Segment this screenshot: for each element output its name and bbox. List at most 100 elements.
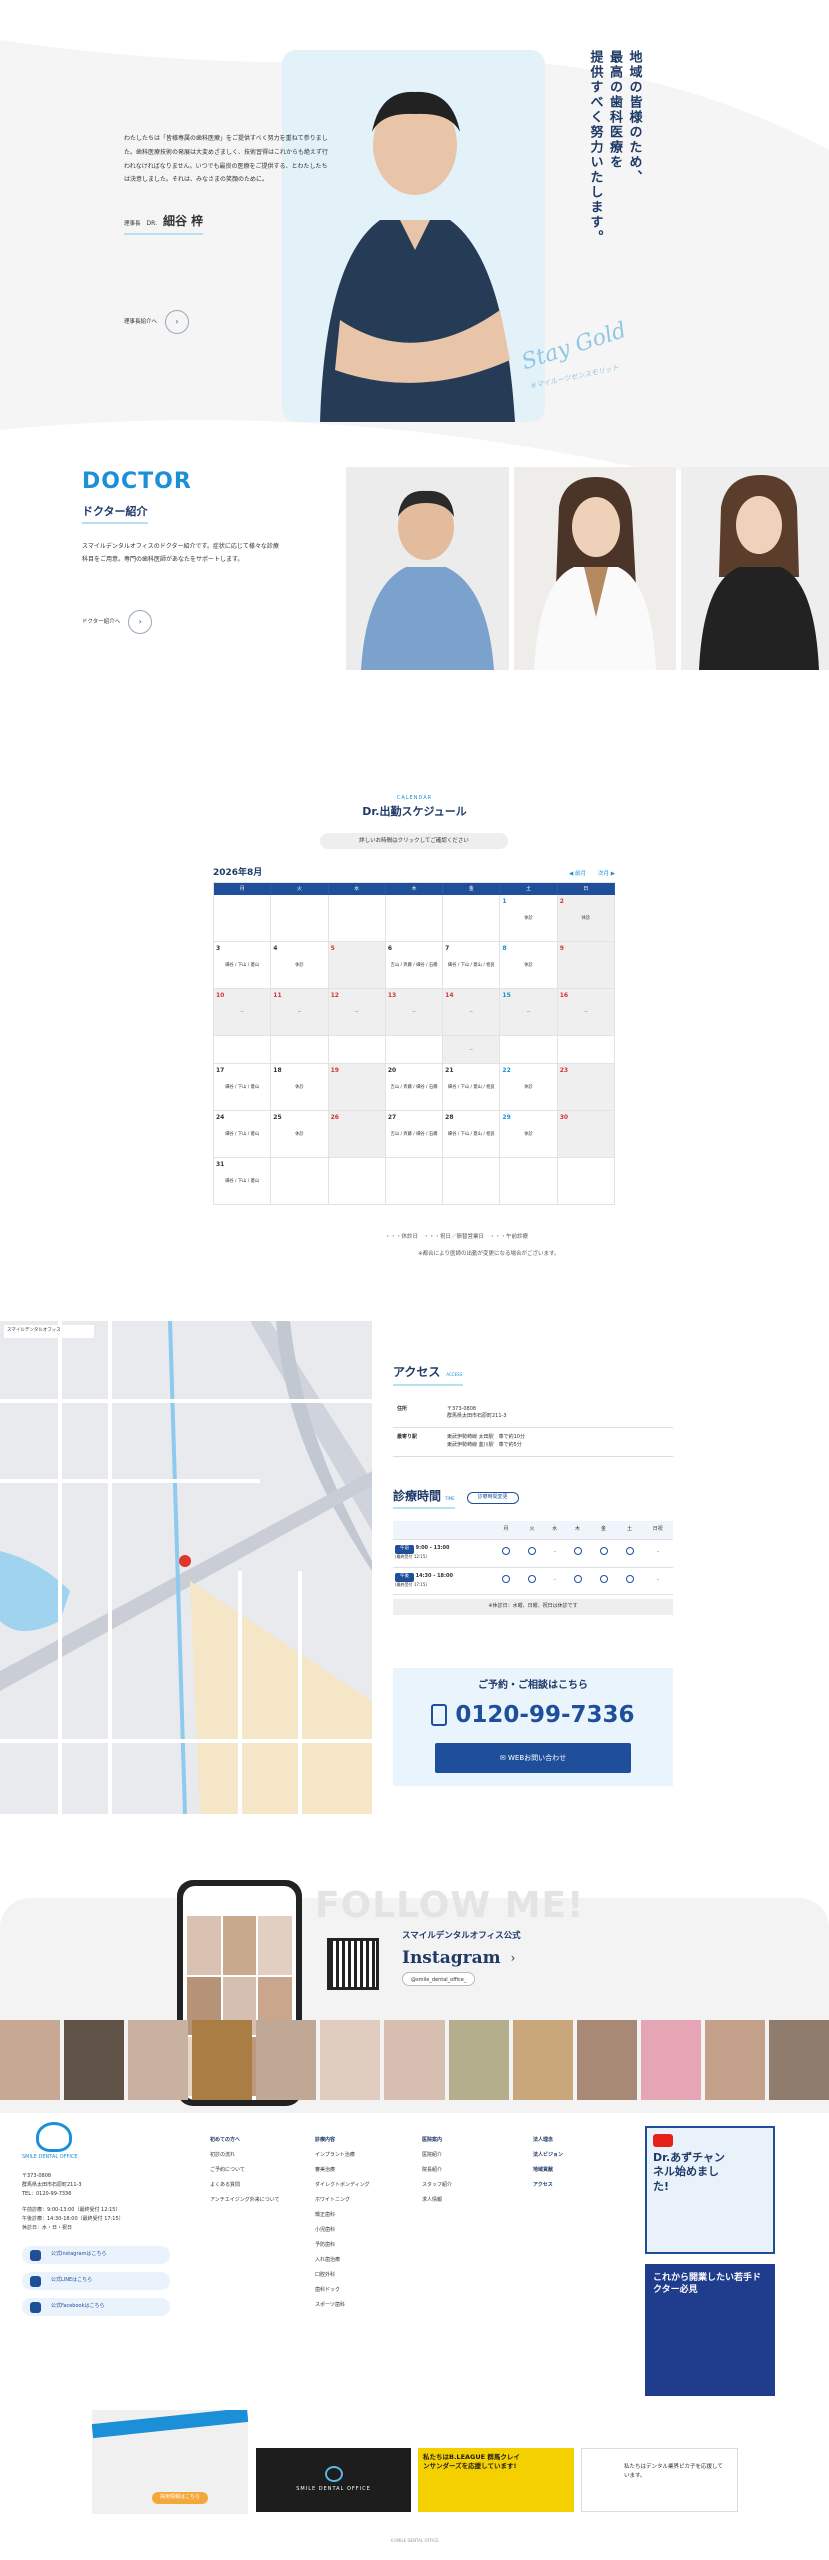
calendar-day[interactable]: 31 細谷 / 下山 / 菱山: [214, 1158, 272, 1205]
am-sub: (最終受付 12:15): [395, 1553, 427, 1559]
calendar-day[interactable]: 16 --: [557, 989, 615, 1036]
doctor-card-3[interactable]: [681, 467, 829, 670]
footer-link[interactable]: 医院紹介: [422, 2148, 452, 2163]
calendar-day-number: 19: [330, 1067, 339, 1074]
footer-link[interactable]: 矯正歯科: [315, 2208, 370, 2223]
footer-link[interactable]: 小児歯科: [315, 2223, 370, 2238]
calendar-day-number: 2: [559, 898, 564, 905]
footer-link[interactable]: 口腔外科: [315, 2268, 370, 2283]
calendar-day[interactable]: 8 休診: [500, 942, 558, 989]
footer-link[interactable]: 法人ビジョン: [533, 2148, 563, 2163]
calendar-day[interactable]: 6 吉山 / 斉藤 / 細谷 / 石橋: [385, 942, 444, 989]
doctor-card-1[interactable]: [346, 467, 509, 670]
calendar-day[interactable]: 7 細谷 / 下山 / 菱山 / 相良: [443, 942, 501, 989]
calendar-day[interactable]: 21 細谷 / 下山 / 菱山 / 相良: [443, 1064, 501, 1111]
calendar-day[interactable]: 3 細谷 / 下山 / 菱山: [214, 942, 272, 989]
brand-banner[interactable]: SMILE DENTAL OFFICE: [256, 2448, 411, 2512]
footer-link[interactable]: よくある質問: [210, 2178, 280, 2193]
calendar-day[interactable]: 22 休診: [500, 1064, 558, 1111]
youtube-banner[interactable]: Dr.あずチャンネル始めました!: [645, 2126, 775, 2254]
line-button[interactable]: 公式LINEはこちら: [22, 2272, 170, 2290]
footer-col-first: 初めての方へ 初診の流れ ご予約について よくある質問 アンチエイジング外来について: [210, 2133, 280, 2208]
footer-link[interactable]: 歯科ドック: [315, 2283, 370, 2298]
instagram-post[interactable]: [256, 2020, 317, 2100]
map-place-name: スマイルデンタルオフィス: [7, 1328, 61, 1333]
calendar-day[interactable]: 30: [557, 1111, 615, 1158]
calendar-day[interactable]: 25 休診: [271, 1111, 329, 1158]
footer-link[interactable]: 初診の流れ: [210, 2148, 280, 2163]
prev-month-button[interactable]: ◀ 前月: [569, 870, 586, 879]
footer-link[interactable]: インプラント治療: [315, 2148, 370, 2163]
instagram-post[interactable]: [704, 2020, 765, 2100]
calendar-day[interactable]: 5: [328, 942, 386, 989]
hours-change-button[interactable]: 診療時間変更: [466, 1492, 519, 1504]
calendar-day[interactable]: 23: [557, 1064, 615, 1111]
calendar-day[interactable]: 24 細谷 / 下山 / 菱山: [214, 1111, 272, 1158]
brand-logo-icon: [324, 2466, 343, 2483]
calendar-day[interactable]: 18 休診: [271, 1064, 329, 1111]
facebook-button[interactable]: 公式Facebookはこちら: [22, 2298, 170, 2316]
footer-link[interactable]: アクセス: [533, 2178, 563, 2193]
calendar-day[interactable]: 19: [328, 1064, 386, 1111]
instagram-post[interactable]: [128, 2020, 189, 2100]
doctor-card-2[interactable]: [514, 467, 676, 670]
web-contact-button[interactable]: ✉ WEBお問い合わせ: [435, 1743, 631, 1774]
footer-link[interactable]: 審美治療: [315, 2163, 370, 2178]
calendar-day[interactable]: 13 --: [385, 989, 444, 1036]
bleague-banner[interactable]: 私たちはB.LEAGUE 群馬クレインサンダーズを応援しています!: [418, 2448, 574, 2512]
line-icon: [30, 2275, 41, 2287]
footer-link[interactable]: ご予約について: [210, 2163, 280, 2178]
instagram-post[interactable]: [512, 2020, 573, 2100]
instagram-button[interactable]: 公式Instagramはこちら: [22, 2246, 170, 2264]
footer-link[interactable]: 地域貢献: [533, 2163, 563, 2178]
instagram-post[interactable]: [384, 2020, 445, 2100]
calendar-day[interactable]: 26: [328, 1111, 386, 1158]
recruit-banner[interactable]: 採用情報はこちら: [92, 2410, 248, 2514]
instagram-post[interactable]: [576, 2020, 637, 2100]
calendar-day[interactable]: 17 細谷 / 下山 / 菱山: [214, 1064, 272, 1111]
footer-link[interactable]: 予防歯科: [315, 2238, 370, 2253]
map[interactable]: スマイルデンタルオフィス: [0, 1321, 372, 1814]
footer-link[interactable]: 院長紹介: [422, 2163, 452, 2178]
instagram-post[interactable]: [0, 2020, 61, 2100]
footer-link[interactable]: アンチエイジング外来について: [210, 2193, 280, 2208]
support-banner[interactable]: 私たちはデンタル業界ピカ子を応援しています。: [581, 2448, 738, 2512]
calendar-day[interactable]: 12 --: [328, 989, 386, 1036]
calendar-day[interactable]: 15 --: [500, 989, 558, 1036]
calendar-day[interactable]: 20 吉山 / 斉藤 / 細谷 / 石橋: [385, 1064, 444, 1111]
instagram-post[interactable]: [640, 2020, 701, 2100]
calendar-day[interactable]: 9: [557, 942, 615, 989]
calendar-day[interactable]: 11 --: [271, 989, 329, 1036]
calendar-day[interactable]: 14 --: [443, 989, 501, 1036]
seminar-banner[interactable]: これから開業したい若手ドクター必見: [645, 2264, 775, 2396]
doctor-link[interactable]: ドクター紹介へ ›: [82, 610, 153, 634]
footer-link[interactable]: 入れ歯治療: [315, 2253, 370, 2268]
instagram-post[interactable]: [768, 2020, 829, 2100]
calendar-day[interactable]: 10 --: [214, 989, 272, 1036]
footer-link[interactable]: ダイレクトボンディング: [315, 2178, 370, 2193]
instagram-post[interactable]: [320, 2020, 381, 2100]
instagram-link[interactable]: Instagram ›: [402, 1945, 515, 1971]
calendar-day[interactable]: 29 休診: [500, 1111, 558, 1158]
calendar-day[interactable]: 1 休診: [500, 895, 558, 942]
tel-link[interactable]: 0120-99-7336: [393, 1698, 673, 1734]
footer-link[interactable]: 法人理念: [533, 2133, 563, 2148]
next-month-button[interactable]: 次月 ▶: [598, 870, 615, 879]
calendar-day[interactable]: 27 吉山 / 斉藤 / 細谷 / 石橋: [385, 1111, 444, 1158]
footer-link[interactable]: 求人情報: [422, 2193, 452, 2208]
calendar-day-number: 21: [445, 1067, 454, 1074]
calendar-day[interactable]: 4 休診: [271, 942, 329, 989]
calendar-day-number: 23: [559, 1067, 569, 1074]
footer-link[interactable]: ホワイトニング: [315, 2193, 370, 2208]
footer-link[interactable]: スタッフ紹介: [422, 2178, 452, 2193]
calendar-dow: 月: [214, 883, 272, 895]
calendar-day[interactable]: 28 細谷 / 下山 / 菱山 / 相良: [443, 1111, 501, 1158]
footer-link[interactable]: スポーツ歯科: [315, 2298, 370, 2313]
director-photo: [320, 91, 515, 422]
instagram-post[interactable]: [64, 2020, 125, 2100]
instagram-post[interactable]: [448, 2020, 509, 2100]
calendar-day-doctors: --: [469, 1010, 473, 1016]
calendar-day[interactable]: 2 休診: [557, 895, 615, 942]
instagram-post[interactable]: [192, 2020, 253, 2100]
greeting-link[interactable]: 理事長紹介へ ›: [124, 310, 190, 334]
